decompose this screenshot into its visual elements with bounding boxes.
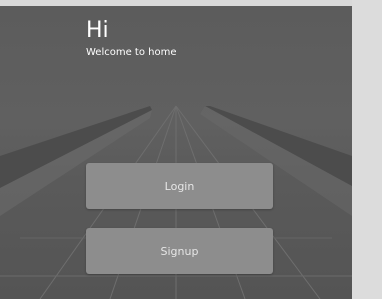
page-margin [352,0,382,299]
home-screen: Hi Welcome to home Login Signup [0,6,352,299]
login-button[interactable]: Login [86,163,273,209]
welcome-subtitle: Welcome to home [86,47,177,58]
greeting-heading: Hi [86,18,109,43]
signup-button[interactable]: Signup [86,228,273,274]
